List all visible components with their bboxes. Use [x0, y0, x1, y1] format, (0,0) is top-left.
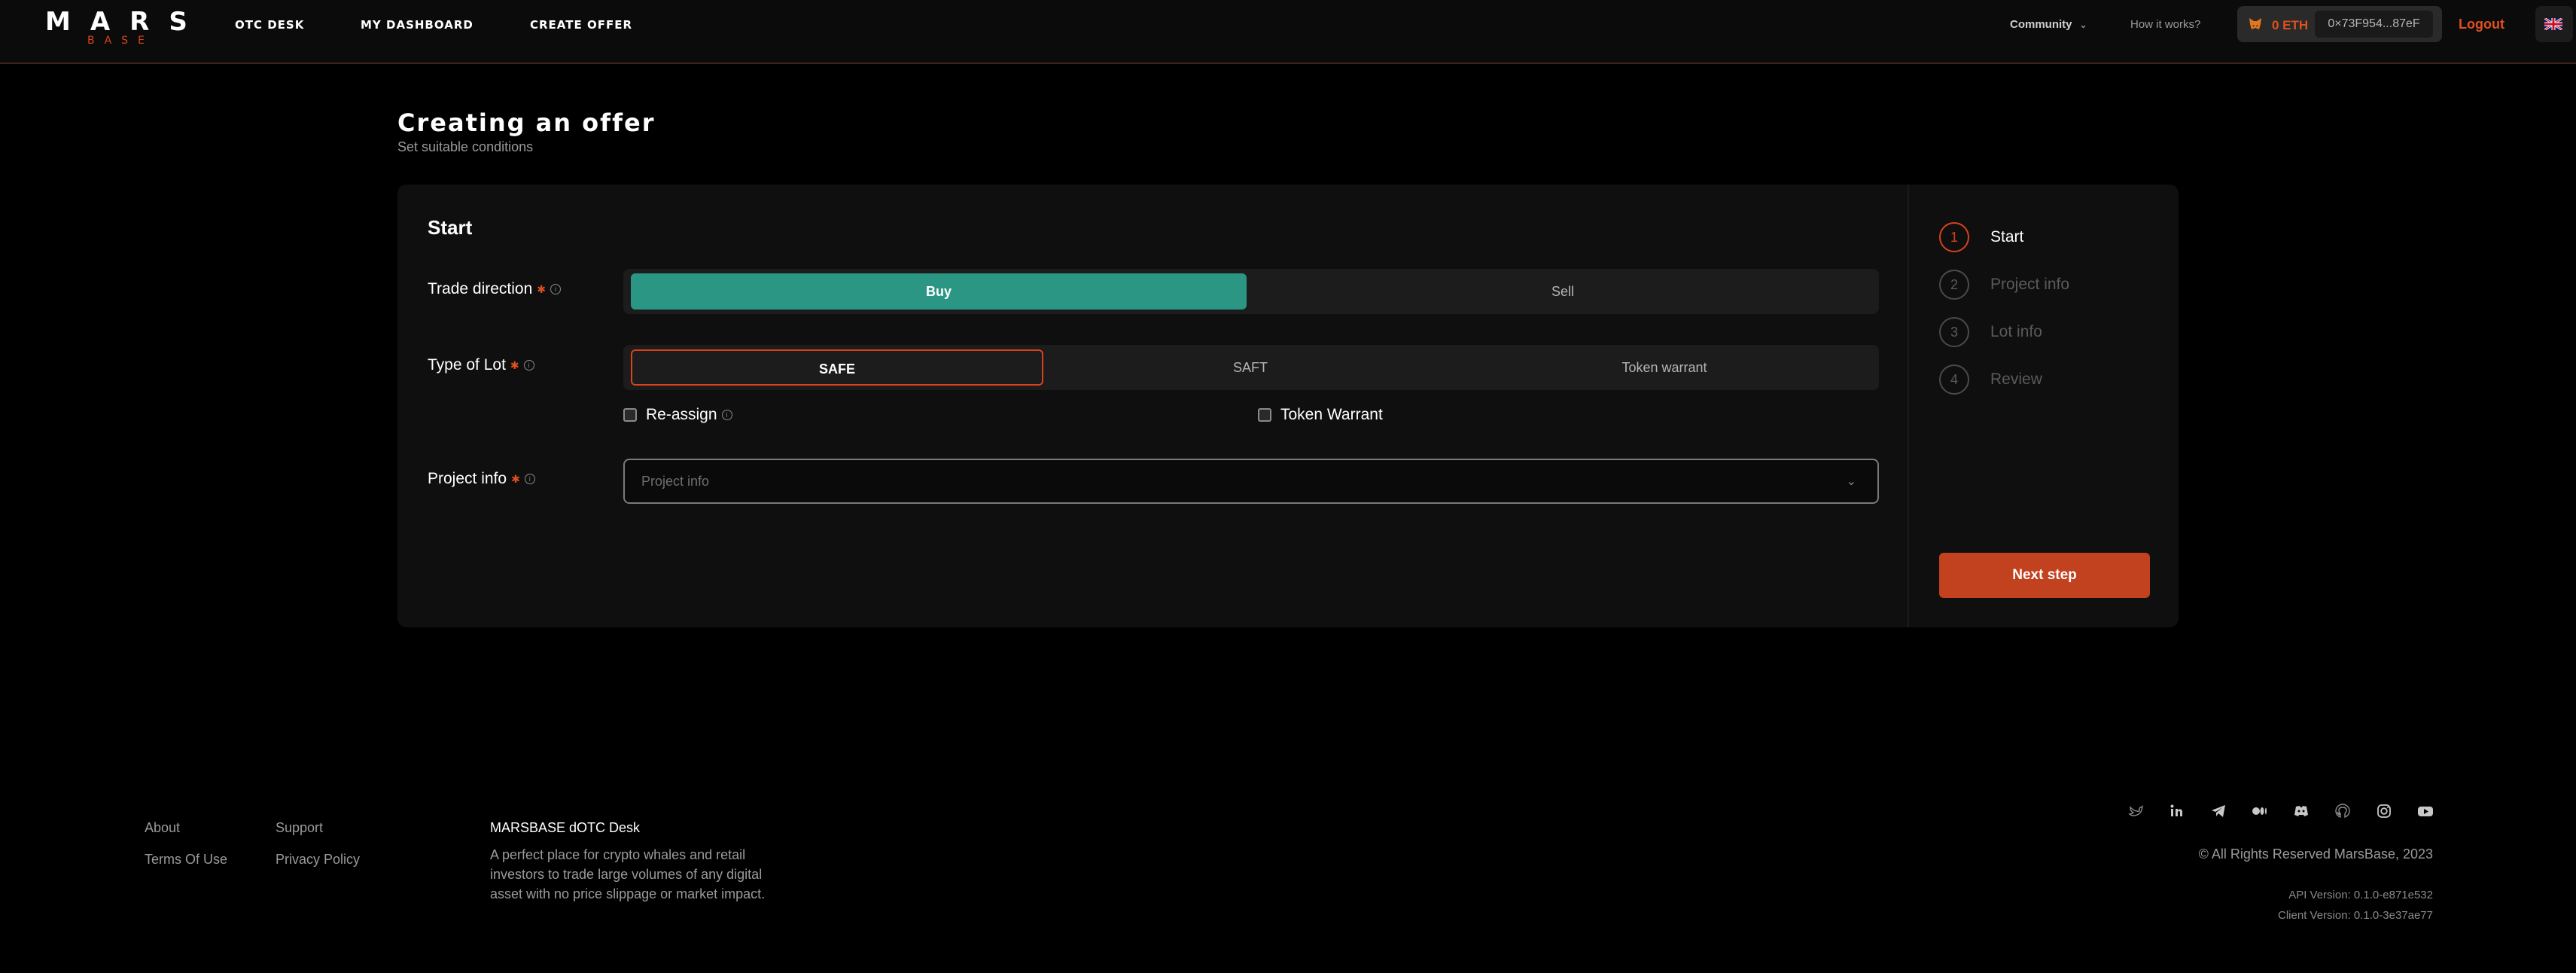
token-warrant-label: Token Warrant [1280, 406, 1383, 423]
community-label: Community [2010, 18, 2072, 31]
footer-title: MARSBASE dOTC Desk [490, 820, 641, 835]
trade-direction-label: Trade direction ✱ i [428, 280, 562, 298]
logo-text-bottom: BASE [87, 35, 154, 47]
checkbox-box[interactable] [623, 408, 637, 422]
language-selector[interactable] [2535, 6, 2573, 42]
nav-my-dashboard[interactable]: MY DASHBOARD [361, 18, 473, 32]
wallet-balance: 0 ETH [2272, 18, 2309, 32]
step-label: Review [1990, 371, 2042, 388]
card-divider [1908, 185, 1909, 627]
step-number: 2 [1939, 270, 1969, 300]
nav-create-offer[interactable]: CREATE OFFER [530, 18, 632, 32]
reassign-checkbox[interactable]: Re-assign i [623, 406, 732, 424]
required-icon: ✱ [537, 282, 547, 295]
top-navbar: MARS BASE OTC DESK MY DASHBOARD CREATE O… [0, 0, 2576, 64]
project-info-placeholder: Project info [641, 474, 710, 489]
metamask-fox-icon [2249, 18, 2261, 29]
api-version: API Version: 0.1.0-e871e532 [2288, 889, 2433, 901]
linkedin-icon[interactable] [2169, 803, 2185, 819]
page-title: Creating an offer [397, 108, 656, 137]
reassign-label: Re-assign [646, 406, 717, 423]
step-number: 3 [1939, 317, 1969, 347]
section-title: Start [428, 216, 473, 239]
telegram-icon[interactable] [2210, 803, 2227, 819]
logout-button[interactable]: Logout [2459, 17, 2504, 32]
type-of-lot-toggle: SAFE SAFT Token warrant [623, 345, 1879, 390]
footer-about-link[interactable]: About [145, 820, 180, 836]
github-icon[interactable] [2334, 803, 2351, 819]
buy-option[interactable]: Buy [631, 273, 1247, 310]
type-of-lot-text: Type of Lot [428, 356, 506, 374]
step-label: Start [1990, 228, 2024, 246]
footer-description: A perfect place for crypto whales and re… [490, 847, 766, 901]
step-number: 4 [1939, 364, 1969, 395]
info-icon[interactable]: i [721, 410, 732, 421]
client-version: Client Version: 0.1.0-3e37ae77 [2278, 909, 2433, 922]
marsbase-logo[interactable]: MARS BASE [45, 9, 187, 47]
footer-terms-link[interactable]: Terms Of Use [145, 852, 227, 868]
create-offer-card: Start Trade direction ✱ i Buy Sell Type of… [397, 185, 2179, 627]
wallet-widget[interactable]: 0 ETH 0×73F954...87eF [2237, 6, 2442, 42]
step-label: Lot info [1990, 323, 2042, 340]
footer-privacy-link[interactable]: Privacy Policy [276, 852, 360, 868]
info-icon[interactable]: i [524, 474, 535, 485]
discord-icon[interactable] [2293, 803, 2310, 819]
token-warrant-option[interactable]: Token warrant [1457, 349, 1871, 386]
nav-otc-desk[interactable]: OTC DESK [235, 18, 304, 32]
project-info-select[interactable]: Project info ⌄ [623, 459, 1879, 504]
how-it-works-link[interactable]: How it works? [2130, 18, 2200, 31]
next-step-button[interactable]: Next step [1939, 553, 2150, 598]
step-label: Project info [1990, 276, 2070, 293]
saft-option[interactable]: SAFT [1043, 349, 1457, 386]
project-info-label: Project info ✱ i [428, 470, 535, 488]
step-number: 1 [1939, 222, 1969, 252]
chevron-down-icon: ⌄ [1846, 475, 1856, 488]
type-of-lot-label: Type of Lot ✱ i [428, 356, 534, 374]
checkbox-box[interactable] [1258, 408, 1271, 422]
twitter-icon[interactable] [2127, 803, 2144, 819]
chevron-down-icon: ⌄ [2079, 20, 2087, 30]
logo-text-top: MARS [45, 7, 207, 37]
medium-icon[interactable] [2252, 803, 2268, 819]
info-icon[interactable]: i [523, 360, 534, 371]
page-subtitle: Set suitable conditions [397, 139, 534, 154]
copyright: © All Rights Reserved MarsBase, 2023 [2198, 846, 2433, 862]
instagram-icon[interactable] [2376, 803, 2392, 819]
footer-support-link[interactable]: Support [276, 820, 323, 836]
project-info-text: Project info [428, 470, 507, 487]
wallet-address[interactable]: 0×73F954...87eF [2315, 11, 2433, 38]
sell-option[interactable]: Sell [1254, 273, 1871, 310]
youtube-icon[interactable] [2417, 803, 2434, 819]
trade-direction-text: Trade direction [428, 280, 533, 297]
required-icon: ✱ [511, 472, 520, 485]
info-icon[interactable]: i [550, 284, 562, 295]
required-icon: ✱ [510, 358, 519, 371]
token-warrant-checkbox[interactable]: Token Warrant [1258, 406, 1383, 424]
uk-flag-icon [2544, 18, 2562, 30]
trade-direction-toggle: Buy Sell [623, 269, 1879, 314]
community-dropdown[interactable]: Community ⌄ [2010, 18, 2087, 31]
safe-option[interactable]: SAFE [631, 349, 1043, 386]
